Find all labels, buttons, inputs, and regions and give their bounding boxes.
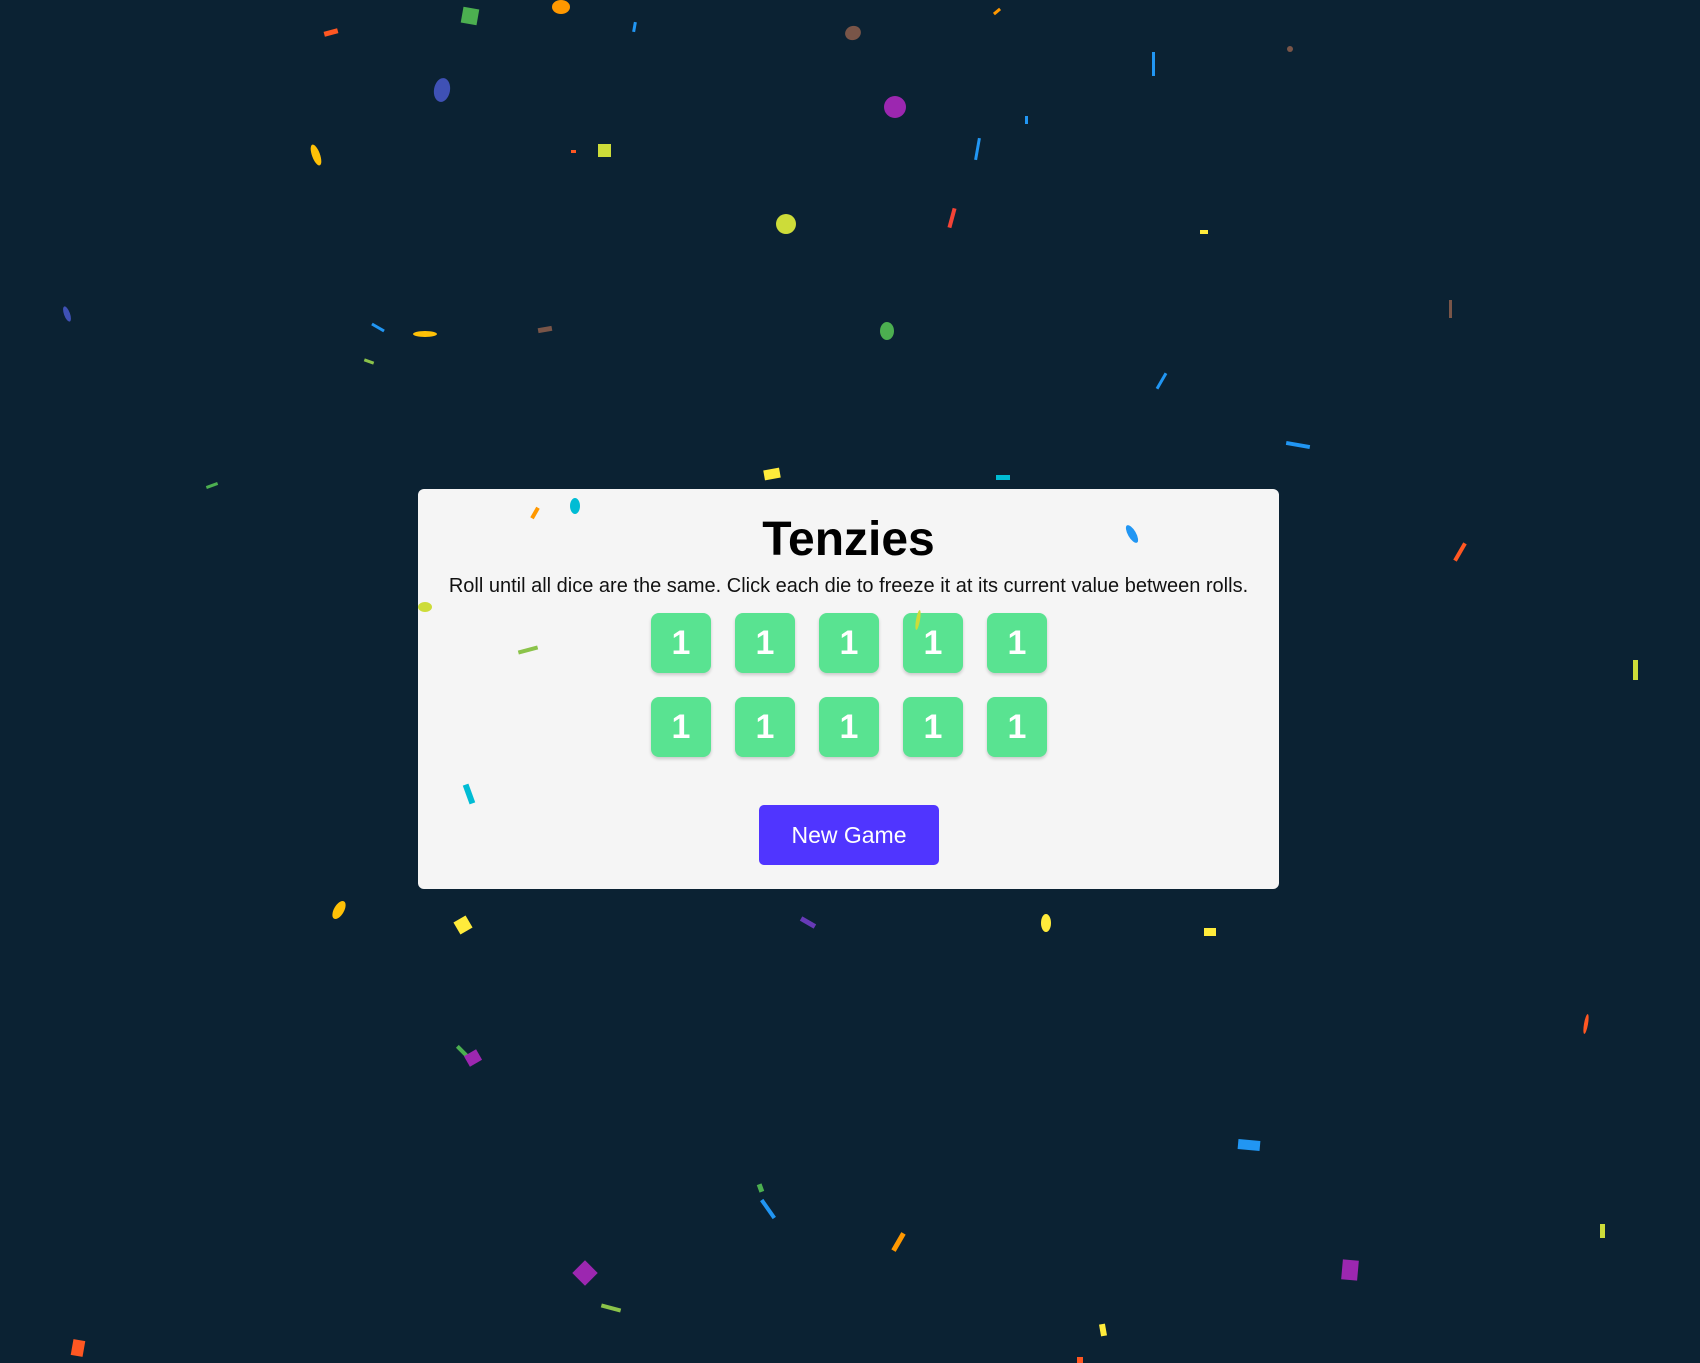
die-10[interactable]: 1	[987, 697, 1047, 757]
confetti-piece	[992, 7, 1002, 16]
confetti-piece	[1582, 1013, 1590, 1035]
confetti-piece	[1025, 116, 1028, 124]
confetti-piece	[1285, 440, 1311, 450]
confetti-piece	[760, 1198, 776, 1220]
confetti-piece	[453, 915, 473, 935]
confetti-piece	[598, 144, 611, 157]
confetti-piece	[1600, 1224, 1605, 1238]
confetti-piece	[1155, 372, 1168, 390]
confetti-piece	[1204, 928, 1216, 936]
confetti-piece	[572, 1260, 598, 1286]
new-game-button[interactable]: New Game	[759, 805, 939, 865]
confetti-piece	[891, 1232, 906, 1252]
confetti-piece	[571, 150, 576, 153]
confetti-piece	[1200, 230, 1208, 234]
confetti-piece	[1152, 52, 1155, 76]
die-8[interactable]: 1	[819, 697, 879, 757]
confetti-piece	[763, 467, 781, 481]
confetti-piece	[880, 322, 894, 340]
die-6[interactable]: 1	[651, 697, 711, 757]
die-3[interactable]: 1	[819, 613, 879, 673]
confetti-piece	[1237, 1139, 1261, 1151]
confetti-piece	[413, 331, 437, 337]
confetti-piece	[463, 1049, 483, 1067]
die-2[interactable]: 1	[735, 613, 795, 673]
die-4[interactable]: 1	[903, 613, 963, 673]
confetti-piece	[552, 0, 570, 14]
confetti-piece	[323, 28, 339, 37]
confetti-piece	[1077, 1357, 1083, 1363]
confetti-piece	[799, 916, 817, 929]
confetti-piece	[776, 214, 796, 234]
confetti-piece	[460, 6, 480, 26]
confetti-piece	[1633, 660, 1638, 680]
instructions-text: Roll until all dice are the same. Click …	[448, 575, 1249, 597]
confetti-piece	[843, 23, 863, 43]
confetti-piece	[308, 143, 324, 167]
die-7[interactable]: 1	[735, 697, 795, 757]
confetti-piece	[329, 898, 349, 922]
confetti-piece	[1449, 300, 1452, 318]
confetti-piece	[756, 1183, 765, 1193]
page-title: Tenzies	[762, 513, 935, 566]
confetti-piece	[205, 482, 219, 489]
confetti-piece	[1341, 1259, 1359, 1281]
confetti-piece	[632, 21, 637, 33]
confetti-piece	[455, 1044, 471, 1060]
confetti-piece	[1287, 46, 1293, 52]
die-5[interactable]: 1	[987, 613, 1047, 673]
confetti-piece	[1041, 914, 1051, 932]
dice-grid: 1 1 1 1 1 1 1 1 1 1	[651, 613, 1047, 757]
confetti-piece	[70, 1339, 86, 1357]
die-1[interactable]: 1	[651, 613, 711, 673]
die-9[interactable]: 1	[903, 697, 963, 757]
confetti-piece	[996, 475, 1010, 480]
confetti-piece	[947, 207, 957, 229]
game-card: Tenzies Roll until all dice are the same…	[418, 489, 1279, 889]
confetti-piece	[600, 1303, 622, 1313]
confetti-piece	[432, 76, 452, 104]
confetti-piece	[537, 325, 553, 334]
confetti-piece	[1453, 542, 1467, 562]
confetti-piece	[884, 96, 906, 118]
confetti-piece	[363, 358, 375, 365]
confetti-piece	[61, 305, 73, 323]
confetti-piece	[974, 137, 981, 161]
confetti-piece	[371, 322, 385, 333]
confetti-piece	[1099, 1323, 1107, 1337]
